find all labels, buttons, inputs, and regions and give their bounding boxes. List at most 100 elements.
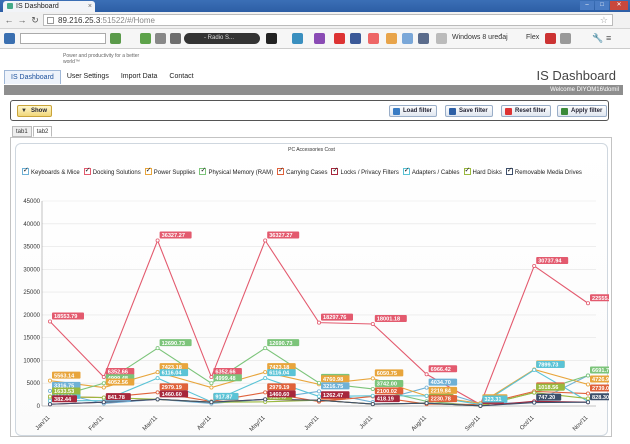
data-label: 6116.04 — [162, 371, 183, 377]
data-label: 382.44 — [54, 397, 72, 403]
filter-bar: ▼ Show Load filter Save filter Reset filt… — [10, 100, 609, 121]
x-tick-label: Jan/11 — [35, 415, 52, 432]
data-label: 4999.48 — [215, 376, 235, 382]
menu-icon[interactable]: ≡ — [606, 33, 617, 44]
data-label: 917.87 — [215, 394, 232, 400]
x-tick-label: Oct/11 — [519, 415, 536, 432]
chart-panel: PC Accessories Cost Keyboards & MiceDock… — [10, 137, 612, 437]
data-point — [263, 376, 268, 381]
data-label: 828.30 — [592, 395, 609, 401]
data-label: 2979.19 — [269, 385, 289, 391]
toolbar-cloud-icon[interactable] — [292, 33, 303, 44]
y-tick-label: 10000 — [23, 358, 40, 364]
tools-icon[interactable]: 🔧 — [592, 33, 603, 44]
data-point — [155, 390, 160, 395]
data-point — [370, 376, 375, 381]
data-point — [101, 375, 106, 380]
chart-container: PC Accessories Cost Keyboards & MiceDock… — [15, 143, 609, 436]
data-label: 1460.60 — [269, 392, 289, 398]
toolbar-flex-text[interactable]: Flex — [526, 34, 539, 41]
data-point — [424, 401, 429, 406]
toolbar-windows-text[interactable]: Windows 8 uređaj — [452, 34, 508, 41]
radio-player[interactable]: - Radio S... — [184, 33, 260, 44]
y-tick-label: 30000 — [23, 267, 40, 273]
toolbar-logo-icon[interactable] — [4, 33, 15, 44]
save-icon — [449, 108, 456, 115]
data-point — [101, 381, 106, 386]
toolbar-mail-icon[interactable] — [386, 33, 397, 44]
data-label: 2739.04 — [592, 386, 609, 392]
toolbar-tool-icon[interactable] — [155, 33, 166, 44]
data-point — [316, 394, 321, 399]
toolbar-device-icon[interactable] — [436, 33, 447, 44]
page-title: IS Dashboard — [536, 68, 617, 83]
tab-tab2[interactable]: tab2 — [32, 126, 53, 137]
data-label: 18297.76 — [323, 315, 346, 321]
forward-icon[interactable]: → — [17, 15, 27, 25]
nav-user-settings[interactable]: User Settings — [61, 70, 115, 84]
toolbar-play-icon[interactable] — [334, 33, 345, 44]
load-filter-label: Load filter — [403, 108, 433, 114]
window-controls: – □ ✕ — [580, 1, 628, 11]
data-point — [370, 386, 375, 391]
tab-close-icon[interactable]: × — [88, 1, 92, 12]
x-tick-label: Jun/11 — [304, 415, 321, 432]
data-point — [478, 403, 483, 408]
data-point — [586, 382, 591, 387]
y-tick-label: 25000 — [23, 290, 40, 296]
toolbar-go-icon[interactable] — [110, 33, 121, 44]
load-filter-button[interactable]: Load filter — [389, 105, 438, 117]
bookmark-star-icon[interactable]: ☆ — [600, 15, 608, 26]
maximize-icon[interactable]: □ — [595, 1, 609, 10]
url-input[interactable]: 89.216.25.3:51522/#/Home ☆ — [43, 14, 613, 26]
data-point — [155, 346, 160, 351]
toolbar-pdf-icon[interactable] — [545, 33, 556, 44]
data-point — [48, 394, 53, 399]
save-filter-button[interactable]: Save filter — [445, 105, 493, 117]
back-icon[interactable]: ← — [4, 15, 14, 25]
tab-tab1[interactable]: tab1 — [12, 126, 32, 137]
x-tick-label: Feb/11 — [88, 415, 106, 433]
data-label: 12690.73 — [269, 341, 292, 347]
data-point — [263, 370, 268, 375]
facebook-icon[interactable] — [350, 33, 361, 44]
x-tick-label: Sep/11 — [464, 415, 482, 433]
toolbar-media-icon[interactable] — [170, 33, 181, 44]
toolbar-app-icon[interactable] — [140, 33, 151, 44]
data-point — [48, 398, 53, 403]
data-point — [424, 372, 429, 377]
minimize-icon[interactable]: – — [580, 1, 594, 10]
data-point — [586, 301, 591, 306]
toolbar-search-input[interactable] — [20, 33, 106, 44]
window-close-icon[interactable]: ✕ — [610, 1, 628, 10]
data-point — [155, 370, 160, 375]
browser-tab[interactable]: IS Dashboard × — [3, 1, 95, 12]
apply-filter-button[interactable]: Apply filter — [557, 105, 608, 117]
x-tick-label: Jul/11 — [359, 415, 375, 431]
data-point — [586, 373, 591, 378]
toolbar-music-icon[interactable] — [314, 33, 325, 44]
nav-is-dashboard[interactable]: IS Dashboard — [4, 70, 61, 84]
extension-toolbar: - Radio S... Windows 8 uređaj Flex 🔧 ≡ — [0, 29, 630, 49]
toolbar-fm-icon[interactable] — [266, 33, 277, 44]
toolbar-news-icon[interactable] — [368, 33, 379, 44]
toolbar-print-icon[interactable] — [418, 33, 429, 44]
data-point — [209, 385, 214, 390]
data-point — [209, 400, 214, 405]
data-label: 2100.02 — [377, 389, 397, 395]
welcome-bar: Welcome DIYOM16\domil — [4, 85, 623, 95]
data-point — [316, 380, 321, 385]
reload-icon[interactable]: ↻ — [30, 15, 40, 25]
data-label: 6116.04 — [269, 371, 290, 377]
toolbar-translate-icon[interactable] — [402, 33, 413, 44]
nav-contact[interactable]: Contact — [163, 70, 199, 84]
y-tick-label: 20000 — [23, 313, 40, 319]
show-button[interactable]: ▼ Show — [17, 105, 52, 117]
data-point — [48, 388, 53, 393]
apply-filter-label: Apply filter — [571, 108, 603, 114]
reset-filter-button[interactable]: Reset filter — [501, 105, 552, 117]
nav-import-data[interactable]: Import Data — [115, 70, 164, 84]
data-label: 4726.97 — [592, 377, 609, 383]
y-tick-label: 35000 — [23, 245, 40, 251]
toolbar-window-icon[interactable] — [560, 33, 571, 44]
